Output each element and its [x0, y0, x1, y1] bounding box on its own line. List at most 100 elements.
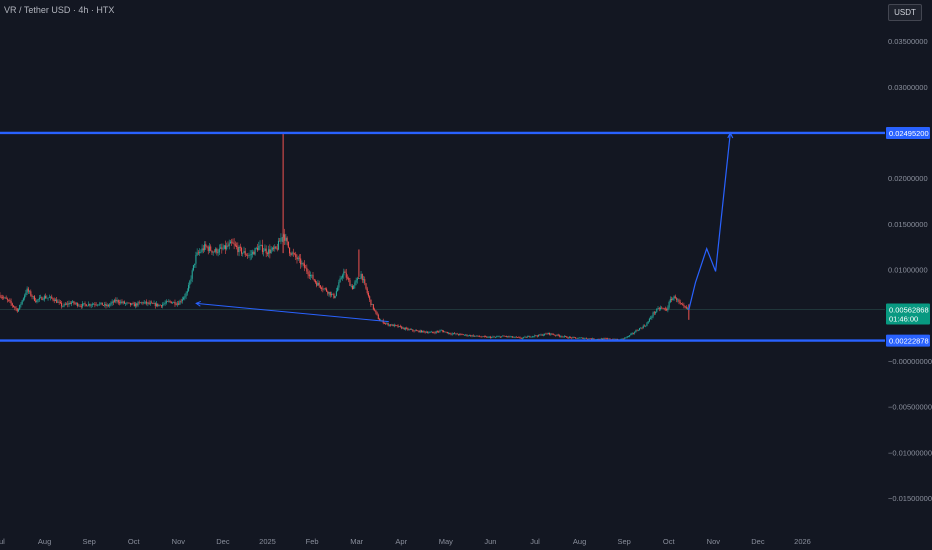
candle-body: [11, 303, 13, 306]
candle-body: [657, 308, 659, 310]
candle-body: [540, 334, 542, 336]
candle-body: [648, 318, 650, 322]
candle-body: [339, 278, 341, 283]
candle-body: [473, 335, 475, 337]
candle-body: [445, 331, 447, 333]
candle-body: [514, 336, 516, 338]
candle-body: [457, 334, 459, 335]
candle-body: [8, 299, 10, 301]
candle-body: [1, 297, 4, 298]
candle-body: [41, 297, 43, 300]
candle-body: [404, 328, 406, 330]
candle-body: [551, 333, 553, 335]
candle-body: [362, 279, 365, 281]
x-tick-label: Apr: [395, 537, 407, 546]
candle-body: [526, 336, 528, 338]
candle-body: [258, 245, 260, 251]
candle-body: [446, 331, 448, 334]
candle-body: [291, 252, 293, 255]
candle-body: [206, 246, 208, 248]
candle-body: [176, 303, 178, 305]
candle-body: [589, 338, 591, 340]
candle-body: [637, 330, 639, 331]
y-tick-label: −0.00000000: [888, 357, 932, 366]
candle-body: [48, 297, 50, 299]
candle-body: [678, 299, 680, 303]
candle-body: [600, 338, 602, 340]
candle-body: [95, 304, 97, 306]
candle-body: [356, 278, 358, 281]
candle-body: [546, 333, 548, 335]
candle-body: [121, 301, 123, 303]
candle-body: [114, 299, 116, 303]
candle-body: [313, 279, 315, 281]
candle-body: [45, 296, 47, 299]
candle-body: [132, 303, 134, 305]
candle-body: [481, 336, 483, 338]
candle-body: [557, 334, 559, 336]
candle-body: [107, 305, 109, 306]
candle-body: [297, 257, 299, 260]
candle-body: [531, 336, 533, 337]
candle-body: [666, 309, 668, 311]
candle-body: [223, 245, 225, 249]
candle-body: [33, 296, 36, 301]
candle-body: [561, 336, 563, 337]
candle-body: [175, 304, 177, 306]
candle-body: [20, 303, 22, 305]
candle-body: [663, 308, 665, 309]
candle-body: [27, 288, 29, 292]
candle-body: [116, 300, 118, 302]
candle-body: [84, 303, 86, 305]
candle-body: [449, 332, 451, 334]
candle-body: [144, 301, 146, 303]
candle-body: [558, 335, 560, 337]
candle-body: [367, 292, 369, 297]
candle-body: [661, 307, 663, 309]
candle-body: [684, 306, 686, 308]
candle-body: [242, 252, 244, 254]
candle-body: [333, 293, 335, 298]
candle-body: [136, 303, 138, 306]
candle-body: [349, 280, 351, 286]
candle-body: [102, 305, 105, 306]
candle-body: [395, 324, 397, 326]
candle-body: [154, 303, 156, 307]
candle-body: [675, 298, 678, 300]
candle-body: [636, 330, 638, 332]
candle-body: [545, 333, 547, 335]
candle-body: [477, 335, 479, 337]
candle-body: [10, 301, 12, 304]
candle-body: [264, 248, 266, 251]
candle-body: [0, 295, 1, 298]
candle-body: [482, 336, 484, 337]
candle-body: [85, 304, 87, 307]
candle-body: [215, 248, 217, 252]
x-tick-label: 2026: [794, 537, 811, 546]
candle-body: [32, 296, 34, 297]
candle-body: [334, 295, 336, 298]
candle-body: [629, 335, 631, 337]
x-tick-label: Dec: [216, 537, 230, 546]
candle-body: [148, 302, 150, 304]
candle-body: [9, 300, 11, 302]
candle-body: [316, 282, 318, 286]
candle-body: [572, 337, 574, 339]
candle-body: [364, 279, 366, 284]
price-chart[interactable]: 0.03500000 0.03000000 0.02000000 0.01500000…: [0, 0, 932, 550]
candle-body: [682, 304, 684, 305]
candle-body: [70, 302, 73, 304]
candle-body: [56, 299, 58, 303]
candle-body: [64, 304, 66, 305]
candle-body: [609, 338, 611, 340]
candle-body: [524, 336, 526, 338]
candle-body: [228, 243, 230, 247]
chart-container[interactable]: VR / Tether USD · 4h · HTX USDT 0.035000…: [0, 0, 932, 550]
candle-body: [191, 270, 193, 279]
candle-body: [146, 301, 148, 304]
candle-body: [99, 303, 101, 305]
candle-body: [431, 331, 434, 333]
candle-body: [516, 337, 519, 338]
candle-body: [173, 301, 175, 303]
candle-body: [293, 253, 296, 255]
